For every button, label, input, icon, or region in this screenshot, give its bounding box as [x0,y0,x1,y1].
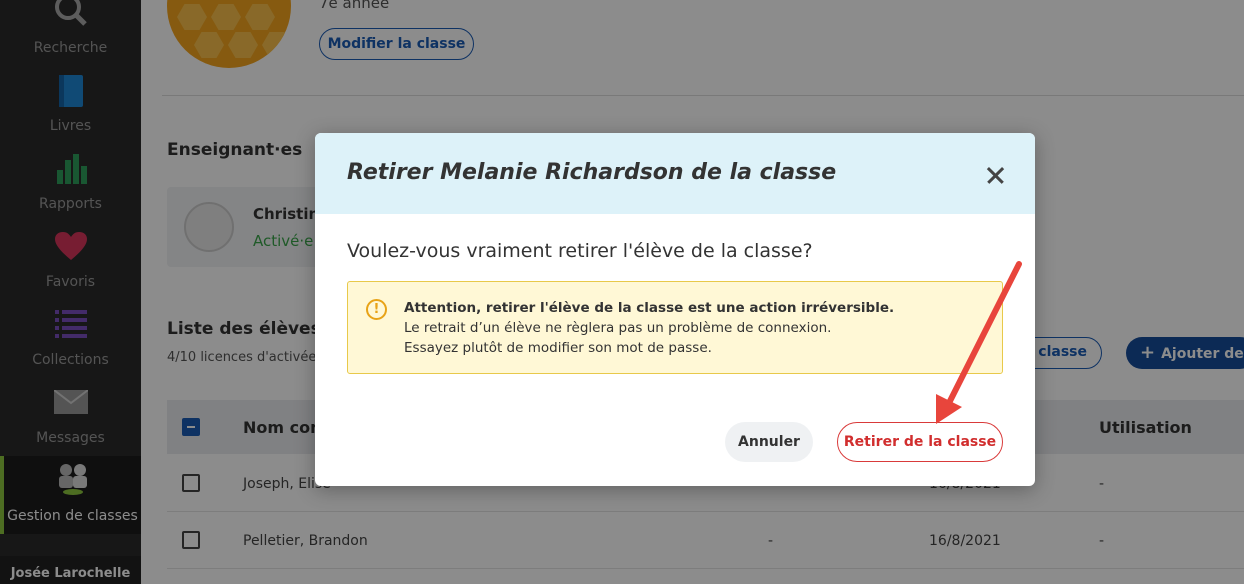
cancel-button[interactable]: Annuler [725,422,813,462]
warning-icon: ! [366,299,387,320]
warning-box: ! Attention, retirer l'élève de la class… [347,281,1003,374]
close-icon[interactable] [979,159,1011,191]
dialog-header: Retirer Melanie Richardson de la classe [315,133,1035,214]
warning-text-line: Le retrait d’un élève ne règlera pas un … [404,320,832,336]
warning-text-line: Essayez plutôt de modifier son mot de pa… [404,340,712,356]
remove-from-class-button[interactable]: Retirer de la classe [837,422,1003,462]
remove-student-dialog: Retirer Melanie Richardson de la classe … [315,133,1035,486]
dialog-question: Voulez-vous vraiment retirer l'élève de … [347,240,813,262]
dialog-title: Retirer Melanie Richardson de la classe [347,160,837,185]
warning-title: Attention, retirer l'élève de la classe … [404,300,895,316]
